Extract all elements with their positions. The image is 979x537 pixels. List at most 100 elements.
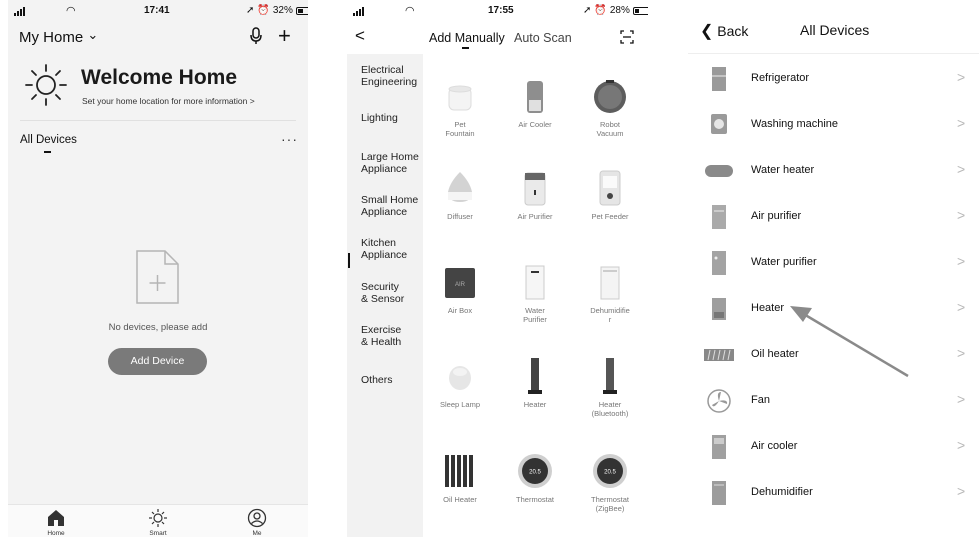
category-item[interactable]: Security & Sensor xyxy=(361,281,404,305)
air-purifier-icon xyxy=(524,172,546,206)
device-tile[interactable]: Diffuser xyxy=(423,168,497,221)
diffuser-icon xyxy=(448,172,472,202)
dehumidifier-icon xyxy=(600,266,620,300)
device-tile[interactable]: Air Cooler xyxy=(498,76,572,129)
oil-heater-icon xyxy=(445,455,473,487)
empty-state-text: No devices, please add xyxy=(108,322,208,333)
device-tile[interactable]: Dehumidifie r xyxy=(573,262,647,324)
device-type-label: Heater xyxy=(751,302,785,314)
device-type-row[interactable]: Washing machine > xyxy=(688,102,979,148)
empty-file-icon xyxy=(136,250,179,304)
fan-icon xyxy=(707,389,731,413)
tab-all-devices[interactable]: All Devices xyxy=(20,134,77,146)
device-type-label: Water purifier xyxy=(751,256,817,268)
location-link[interactable]: Set your home location for more informat… xyxy=(82,96,255,106)
tab-add-manually[interactable]: Add Manually xyxy=(429,31,505,45)
page-title: All Devices xyxy=(800,22,870,38)
microphone-icon[interactable] xyxy=(250,27,262,49)
device-type-row[interactable]: Air cooler > xyxy=(688,424,979,470)
device-tile[interactable]: Sleep Lamp xyxy=(423,356,497,409)
device-tile[interactable]: Water Purifier xyxy=(498,262,572,324)
category-item[interactable]: Electrical Engineering xyxy=(361,64,417,88)
chevron-down-icon: ⌄ xyxy=(87,27,99,42)
status-time: 17:41 xyxy=(144,5,170,16)
device-type-row[interactable]: Water purifier > xyxy=(688,240,979,286)
dehumidifier-icon xyxy=(712,481,726,505)
add-icon[interactable]: + xyxy=(278,23,291,49)
all-devices-screen: ❮ Back All Devices Refrigerator > Washing … xyxy=(688,0,979,537)
category-item[interactable]: Large Home Appliance xyxy=(361,151,419,175)
tab-smart[interactable]: Smart xyxy=(128,508,188,537)
device-tile[interactable]: Heater (Bluetooth) xyxy=(573,356,647,418)
signal-icon xyxy=(353,7,364,16)
device-type-label: Air cooler xyxy=(751,440,798,452)
category-item[interactable]: Others xyxy=(361,374,393,386)
back-icon[interactable]: < xyxy=(355,26,365,46)
device-label: Robot Vacuum xyxy=(596,120,624,138)
device-type-row[interactable]: Fan > xyxy=(688,378,979,424)
water-heater-icon xyxy=(705,165,733,177)
chevron-right-icon: > xyxy=(957,437,966,453)
device-tile[interactable]: AIR Air Box xyxy=(423,262,497,315)
category-item[interactable]: Small Home Appliance xyxy=(361,194,418,218)
category-item[interactable]: Kitchen Appliance xyxy=(361,237,407,261)
air-cooler-icon xyxy=(527,81,543,113)
profile-icon xyxy=(247,508,267,528)
device-type-row[interactable]: Water heater > xyxy=(688,148,979,194)
device-tile[interactable]: 20.5 Thermostat xyxy=(498,451,572,504)
device-tile[interactable]: Heater xyxy=(498,356,572,409)
device-label: Thermostat xyxy=(516,495,554,504)
tab-me[interactable]: Me xyxy=(227,508,287,537)
device-label: Air Cooler xyxy=(518,120,552,129)
tab-auto-scan[interactable]: Auto Scan xyxy=(514,31,572,45)
refrigerator-icon xyxy=(712,67,726,91)
status-time: 17:55 xyxy=(488,5,514,16)
chevron-right-icon: > xyxy=(957,207,966,223)
thermostat-zigbee-icon: 20.5 xyxy=(593,454,627,488)
device-tile[interactable]: Air Purifier xyxy=(498,168,572,221)
add-device-screen: ◠ 17:55 ➚ ⏰ 28% < Add Manually Auto Scan… xyxy=(347,0,648,537)
device-label: Thermostat (ZigBee) xyxy=(591,495,629,513)
device-tile[interactable]: Pet Fountain xyxy=(423,76,497,138)
sleep-lamp-icon xyxy=(449,366,471,390)
home-header: My Home ⌄ + xyxy=(8,22,308,52)
battery-percent: 28% xyxy=(609,5,630,16)
device-type-label: Fan xyxy=(751,394,770,406)
scan-icon[interactable] xyxy=(620,30,634,44)
heater-icon xyxy=(528,358,542,394)
air-cooler-icon xyxy=(712,435,726,459)
category-item[interactable]: Lighting xyxy=(361,112,398,124)
back-button[interactable]: ❮ Back xyxy=(700,21,748,41)
tab-home[interactable]: Home xyxy=(26,508,86,537)
water-purifier-icon xyxy=(712,251,726,275)
device-tile[interactable]: Robot Vacuum xyxy=(573,76,647,138)
sun-icon xyxy=(25,64,67,106)
air-box-icon: AIR xyxy=(445,268,475,298)
battery-icon xyxy=(295,6,308,15)
status-bar: ◠ 17:41 ➚ ⏰ 32% xyxy=(8,0,308,22)
all-devices-header: ❮ Back All Devices xyxy=(688,0,979,54)
device-type-label: Water heater xyxy=(751,164,815,176)
status-right: ➚ ⏰ 28% xyxy=(583,5,648,16)
location-icon: ➚ xyxy=(246,5,255,16)
home-selector[interactable]: My Home ⌄ xyxy=(19,27,99,46)
device-tile[interactable]: Pet Feeder xyxy=(573,168,647,221)
device-type-row[interactable]: Refrigerator > xyxy=(688,56,979,102)
chevron-right-icon: > xyxy=(957,345,966,361)
device-tile[interactable]: 20.5 Thermostat (ZigBee) xyxy=(573,451,647,513)
device-type-row[interactable]: Air purifier > xyxy=(688,194,979,240)
back-label: Back xyxy=(717,23,749,39)
add-device-button[interactable]: Add Device xyxy=(108,348,207,375)
home-label: My Home xyxy=(19,29,84,46)
more-icon[interactable]: ··· xyxy=(281,131,298,147)
category-item[interactable]: Exercise & Health xyxy=(361,324,401,348)
device-type-label: Dehumidifier xyxy=(751,486,813,498)
alarm-icon: ⏰ xyxy=(594,5,607,16)
device-tile[interactable]: Oil Heater xyxy=(423,451,497,504)
welcome-banner: Welcome Home Set your home location for … xyxy=(8,52,308,118)
selected-category-indicator xyxy=(348,253,350,268)
device-label: Air Box xyxy=(447,306,473,315)
device-grid: Pet Fountain Air Cooler Robot Vacuum Diffus… xyxy=(423,54,648,537)
welcome-title: Welcome Home xyxy=(81,66,237,89)
device-type-row[interactable]: Dehumidifier > xyxy=(688,470,979,516)
